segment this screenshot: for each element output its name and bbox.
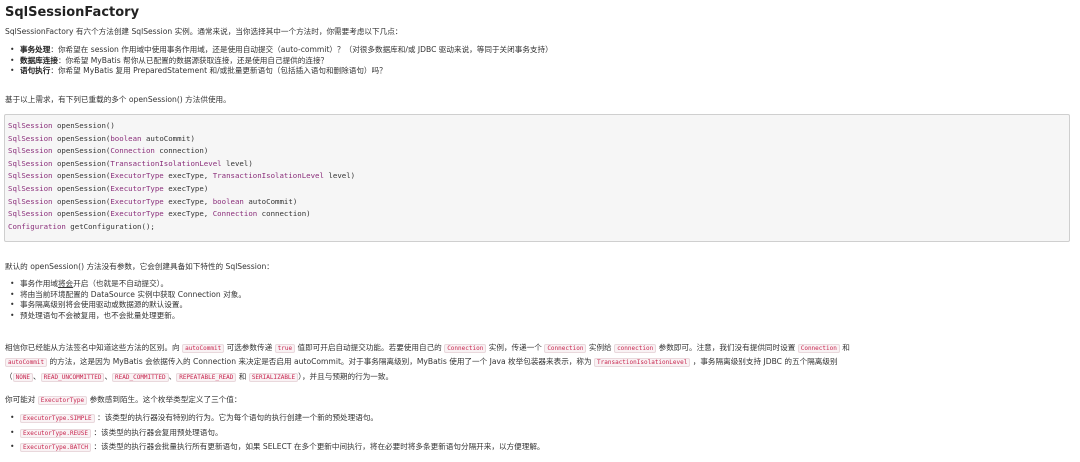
code-line: Configuration getConfiguration(); <box>8 221 155 231</box>
code-line: SqlSession openSession(ExecutorType exec… <box>8 209 311 219</box>
inline-code: ExecutorType.REUSE <box>20 428 92 438</box>
code-line: SqlSession openSession(boolean autoCommi… <box>8 133 195 143</box>
inline-code: NONE <box>12 373 34 382</box>
inline-code: ExecutorType <box>37 396 88 405</box>
list-item: 事务隔离级别将会使用驱动或数据源的默认设置。 <box>5 300 246 311</box>
list-item: 事务处理：你希望在 session 作用域中使用事务作用域，还是使用自动提交（a… <box>5 45 553 56</box>
code-line: SqlSession openSession(TransactionIsolat… <box>8 158 253 168</box>
overload-intro: 基于以上需求，有下列已重载的多个 openSession() 方法供使用。 <box>5 95 231 104</box>
inline-code: Connection <box>444 344 487 353</box>
inline-code: REPEATABLE_READ <box>176 373 237 382</box>
options-paragraph-line1: 相信你已经能从方法签名中知道这些方法的区别。向 autoCommit 可选参数传… <box>5 343 850 353</box>
code-line: SqlSession openSession(ExecutorType exec… <box>8 183 209 193</box>
list-item: 数据库连接：你希望 MyBatis 帮你从已配置的数据源获取连接，还是使用自己提… <box>5 56 553 67</box>
code-block: SqlSession openSession() SqlSession openS… <box>4 114 1070 242</box>
code-line: SqlSession openSession(ExecutorType exec… <box>8 171 356 181</box>
inline-code: ExecutorType.BATCH <box>20 443 92 453</box>
inline-code: ExecutorType.SIMPLE <box>20 414 95 423</box>
options-paragraph-line3: （NONE、 READ_UNCOMMITTED、 READ_COMMITTED、 RE… <box>5 372 394 382</box>
inline-code: autoCommit <box>5 358 48 367</box>
list-item: ExecutorType.SIMPLE ：该类型的执行器没有特别的行为。它为每个… <box>5 413 545 425</box>
document: SqlSessionFactory SqlSessionFactory 有六个方… <box>0 0 1080 462</box>
inline-code: Connection <box>797 344 840 353</box>
defaults-intro: 默认的 openSession() 方法没有参数，它会创建具备如下特性的 Sql… <box>5 262 274 271</box>
code-line: SqlSession openSession() <box>8 121 115 130</box>
inline-code: autoCommit <box>182 344 225 353</box>
inline-code: true <box>274 344 296 353</box>
options-paragraph-line2: autoCommit 的方法，这是因为 MyBatis 会依据传入的 Conne… <box>5 357 838 368</box>
code-line: SqlSession openSession(ExecutorType exec… <box>8 196 298 206</box>
inline-code: TransactionIsolationLevel <box>594 358 691 367</box>
page-title: SqlSessionFactory <box>5 5 140 20</box>
list-item: 预处理语句不会被复用，也不会批量处理更新。 <box>5 311 246 322</box>
list-item: ExecutorType.REUSE ：该类型的执行器会复用预处理语句。 <box>5 428 545 440</box>
inline-code: READ_COMMITTED <box>112 373 169 382</box>
executor-intro: 你可能对 ExecutorType 参数感到陌生。这个枚举类型定义了三个值： <box>5 395 242 405</box>
intro-paragraph: SqlSessionFactory 有六个方法创建 SqlSession 实例。… <box>5 27 403 36</box>
inline-code: SERIALIZABLE <box>248 373 299 382</box>
inline-code: Connection <box>544 344 587 353</box>
list-item: 将由当前环境配置的 DataSource 实例中获取 Connection 对象… <box>5 290 246 301</box>
code-line: SqlSession openSession(Connection connec… <box>8 146 209 156</box>
executor-types-list: ExecutorType.SIMPLE ：该类型的执行器没有特别的行为。它为每个… <box>5 413 545 454</box>
list-item: ExecutorType.BATCH ：该类型的执行器会批量执行所有更新语句，如… <box>5 442 545 454</box>
considerations-list: 事务处理：你希望在 session 作用域中使用事务作用域，还是使用自动提交（a… <box>5 45 553 77</box>
list-item: 事务作用域将会开启（也就是不自动提交）。 <box>5 279 246 290</box>
inline-code: READ_UNCOMMITTED <box>40 373 105 382</box>
list-item: 语句执行：你希望 MyBatis 复用 PreparedStatement 和/… <box>5 66 553 77</box>
defaults-list: 事务作用域将会开启（也就是不自动提交）。 将由当前环境配置的 DataSourc… <box>5 279 246 321</box>
inline-code: connection <box>614 344 657 353</box>
